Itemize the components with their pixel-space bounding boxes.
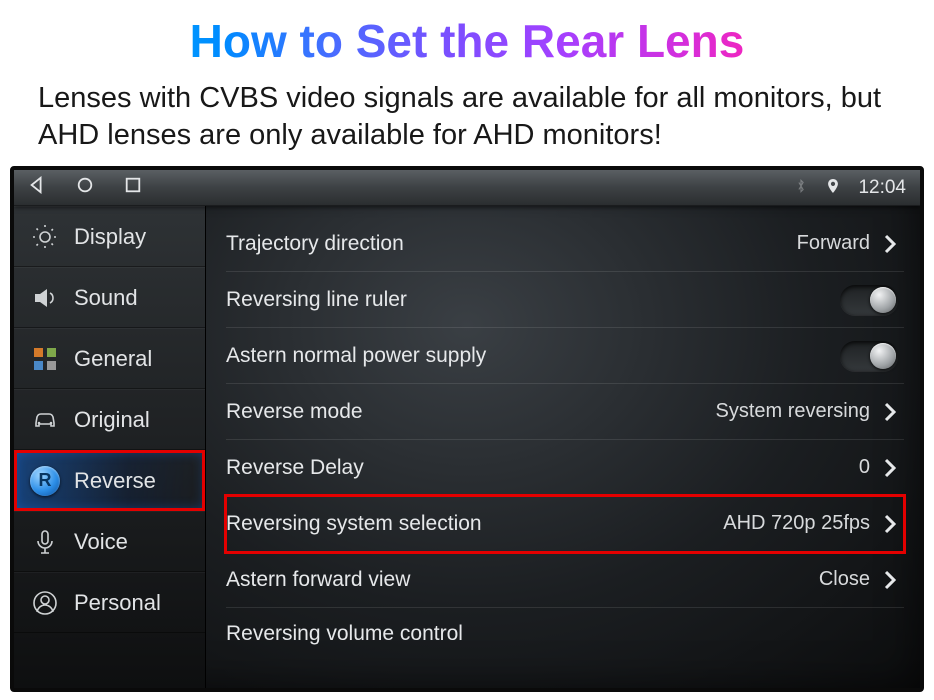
chevron-right-icon — [876, 570, 904, 590]
sidebar-item-general[interactable]: General — [14, 328, 205, 389]
recent-apps-icon[interactable] — [124, 176, 142, 200]
setting-row-reversing-volume-control[interactable]: Reversing volume control — [226, 608, 904, 646]
chevron-right-icon — [876, 514, 904, 534]
sidebar-item-label: Display — [74, 224, 146, 250]
location-icon — [826, 177, 840, 199]
microphone-icon — [30, 527, 60, 557]
setting-value: Forward — [797, 232, 870, 255]
sidebar-item-label: Sound — [74, 285, 138, 311]
setting-label: Reverse Delay — [226, 456, 859, 480]
setting-value: System reversing — [716, 400, 871, 423]
sidebar-item-sound[interactable]: Sound — [14, 267, 205, 328]
sidebar-item-label: Personal — [74, 590, 161, 616]
car-icon — [30, 405, 60, 435]
setting-row-astern-power-supply[interactable]: Astern normal power supply — [226, 328, 904, 384]
setting-label: Astern normal power supply — [226, 344, 840, 368]
setting-label: Astern forward view — [226, 568, 819, 592]
sidebar-item-label: Reverse — [74, 468, 156, 494]
setting-label: Reverse mode — [226, 400, 716, 424]
clock-time: 12:04 — [858, 177, 906, 199]
setting-row-reversing-line-ruler[interactable]: Reversing line ruler — [226, 272, 904, 328]
setting-row-reversing-system-selection[interactable]: Reversing system selection AHD 720p 25fp… — [226, 496, 904, 552]
chevron-right-icon — [876, 458, 904, 478]
grid-icon — [30, 344, 60, 374]
setting-label: Reversing volume control — [226, 622, 463, 646]
settings-panel: Trajectory direction Forward Reversing l… — [206, 206, 920, 688]
setting-row-trajectory-direction[interactable]: Trajectory direction Forward — [226, 216, 904, 272]
setting-label: Reversing system selection — [226, 512, 723, 536]
sidebar-item-original[interactable]: Original — [14, 389, 205, 450]
setting-row-astern-forward-view[interactable]: Astern forward view Close — [226, 552, 904, 608]
setting-value: AHD 720p 25fps — [723, 512, 870, 535]
page-headline: How to Set the Rear Lens — [0, 0, 934, 78]
setting-label: Reversing line ruler — [226, 288, 840, 312]
setting-value: 0 — [859, 456, 870, 479]
settings-sidebar: Display Sound General Original — [14, 206, 206, 688]
sidebar-item-personal[interactable]: Personal — [14, 572, 205, 633]
status-bar: 12:04 — [14, 170, 920, 206]
toggle-switch[interactable] — [840, 341, 898, 371]
sidebar-item-label: Voice — [74, 529, 128, 555]
sidebar-item-voice[interactable]: Voice — [14, 511, 205, 572]
setting-label: Trajectory direction — [226, 232, 797, 256]
setting-value: Close — [819, 568, 870, 591]
bluetooth-icon — [794, 177, 808, 199]
reverse-badge-icon: R — [30, 466, 60, 496]
chevron-right-icon — [876, 402, 904, 422]
chevron-right-icon — [876, 234, 904, 254]
back-icon[interactable] — [28, 176, 46, 200]
person-icon — [30, 588, 60, 618]
speaker-icon — [30, 283, 60, 313]
sidebar-item-label: Original — [74, 407, 150, 433]
toggle-switch[interactable] — [840, 285, 898, 315]
setting-row-reverse-mode[interactable]: Reverse mode System reversing — [226, 384, 904, 440]
sidebar-item-display[interactable]: Display — [14, 206, 205, 267]
sidebar-item-label: General — [74, 346, 152, 372]
device-screenshot: 12:04 Display Sound General — [10, 166, 924, 692]
setting-row-reverse-delay[interactable]: Reverse Delay 0 — [226, 440, 904, 496]
sidebar-item-reverse[interactable]: R Reverse — [14, 450, 205, 511]
page-subline: Lenses with CVBS video signals are avail… — [0, 78, 934, 166]
brightness-icon — [30, 222, 60, 252]
home-icon[interactable] — [76, 176, 94, 200]
